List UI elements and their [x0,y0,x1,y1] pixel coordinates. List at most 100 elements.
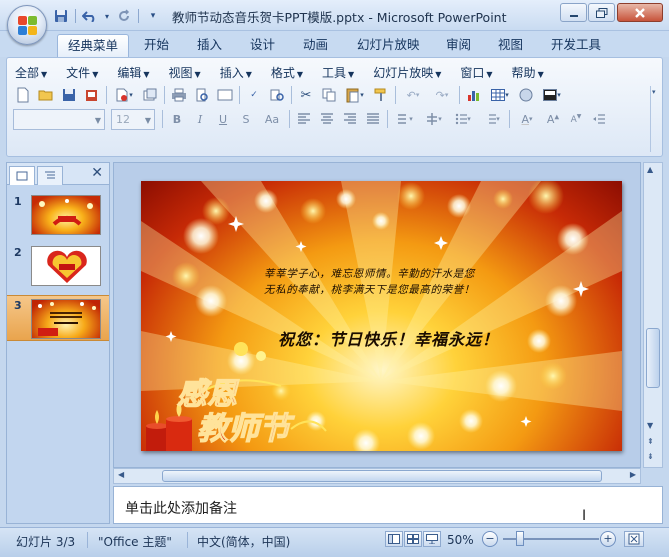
menu-file[interactable]: 文件 ▼ [66,64,98,82]
toolbar-overflow[interactable]: ▾ [650,86,660,152]
align-center-icon[interactable] [317,109,337,129]
office-button[interactable] [7,5,47,45]
fit-to-window-icon[interactable] [624,531,644,547]
menu-help[interactable]: 帮助 ▼ [512,64,544,82]
decrease-indent-icon[interactable] [589,109,609,129]
insert-table-icon[interactable]: ▾ [487,85,513,105]
menu-window[interactable]: 窗口 ▼ [460,64,492,82]
tab-developer[interactable]: 开发工具 [541,34,611,57]
customize-icon[interactable]: ▾ [144,7,162,25]
next-slide-icon[interactable]: ⇟ [647,452,654,461]
font-color-icon[interactable]: A ▾ [514,109,540,129]
tab-animation[interactable]: 动画 [293,34,338,57]
align-right-icon[interactable] [340,109,360,129]
copy-icon[interactable] [319,85,339,105]
font-name-combo[interactable]: ▼ [13,108,105,130]
align-left-icon[interactable] [294,109,314,129]
slide-greeting[interactable]: 祝您：节日快乐！幸福永远！ [278,326,499,350]
justify-icon[interactable] [363,109,383,129]
redo-icon[interactable] [115,7,133,25]
slide-body-line-1[interactable]: 莘莘学子心，难忘恩师情。辛勤的汗水是您 [264,266,475,281]
color-scheme-icon[interactable]: ▾ [539,85,565,105]
tab-slideshow[interactable]: 幻灯片放映 [347,34,430,57]
menu-edit[interactable]: 编辑 ▼ [117,64,149,82]
redo-icon[interactable]: ↷ ▾ [429,85,455,105]
italic-button[interactable]: I [190,109,210,129]
tab-classic-menu[interactable]: 经典菜单 [57,34,130,57]
menu-format[interactable]: 格式 ▼ [271,64,303,82]
bullets-icon[interactable]: ▾ [450,109,476,129]
spelling-icon[interactable]: ✓ [244,85,264,105]
align-text-icon[interactable]: ▾ [421,109,447,129]
scroll-left-icon[interactable]: ◀ [118,470,124,479]
undo-icon[interactable] [81,7,99,25]
vertical-scrollbar[interactable]: ▲ ▼ ⇞ ⇟ [643,162,663,468]
menu-tools[interactable]: 工具 ▼ [322,64,354,82]
scroll-thumb[interactable] [646,328,660,388]
scroll-up-icon[interactable]: ▲ [647,165,653,174]
close-icon[interactable]: ✕ [91,165,103,181]
close-icon[interactable] [617,3,663,22]
tab-insert[interactable]: 插入 [187,34,232,57]
menu-view[interactable]: 视图 ▼ [169,64,201,82]
scroll-down-icon[interactable]: ▼ [647,421,653,430]
theme-name[interactable]: "Office 主题" [98,533,172,550]
undo-dropdown-icon[interactable]: ▾ [103,7,111,25]
menu-all[interactable]: 全部 ▼ [15,64,47,82]
insert-chart-icon[interactable] [464,85,484,105]
new-document-icon[interactable] [13,85,33,105]
cut-icon[interactable]: ✂ [296,85,316,105]
slide-canvas[interactable]: 莘莘学子心，难忘恩师情。辛勤的汗水是您 无私的奉献，桃李满天下是您最高的荣誉！ … [141,181,622,451]
slide-view-icon[interactable] [215,85,235,105]
numbering-icon[interactable]: ▾ [479,109,505,129]
normal-view-icon[interactable] [385,531,403,547]
slide-body-line-2[interactable]: 无私的奉献，桃李满天下是您最高的荣誉！ [264,282,475,297]
open-folder-icon[interactable] [36,85,56,105]
email-icon[interactable]: ▾ [111,85,137,105]
slide-thumbnail-3[interactable]: 3 [7,295,109,341]
slide-thumbnail-1[interactable]: 1 [7,192,109,238]
shrink-font-icon[interactable]: A▼ [566,109,586,129]
grow-font-icon[interactable]: A▲ [543,109,563,129]
scroll-right-icon[interactable]: ▶ [630,470,636,479]
menu-insert[interactable]: 插入 ▼ [220,64,252,82]
zoom-level[interactable]: 50% [447,533,474,547]
tab-home[interactable]: 开始 [134,34,179,57]
slideshow-view-icon[interactable] [423,531,441,547]
slide-sorter-icon[interactable] [404,531,422,547]
change-case-button[interactable]: Aa [259,109,285,129]
text-direction-icon[interactable]: ▾ [392,109,418,129]
tab-design[interactable]: 设计 [240,34,285,57]
slide-title-line-2[interactable]: 教师节 [196,403,290,448]
undo-icon[interactable]: ↶ ▾ [400,85,426,105]
shadow-button[interactable]: S [236,109,256,129]
save-icon[interactable] [59,85,79,105]
publish-icon[interactable] [140,85,160,105]
tab-view[interactable]: 视图 [488,34,533,57]
zoom-slider-thumb[interactable] [516,531,524,546]
slide-thumbnail-2[interactable]: 2 [7,243,109,289]
zoom-out-button[interactable]: − [482,531,498,547]
language-indicator[interactable]: 中文(简体，中国) [197,533,290,550]
slides-tab-icon[interactable] [9,166,35,185]
print-preview-icon[interactable] [192,85,212,105]
bold-button[interactable]: B [167,109,187,129]
paste-icon[interactable]: ▾ [342,85,368,105]
permission-icon[interactable] [82,85,102,105]
print-icon[interactable] [169,85,189,105]
minimize-icon[interactable] [560,3,587,22]
notes-pane[interactable]: 单击此处添加备注 [113,486,663,524]
outline-tab-icon[interactable] [37,166,63,185]
tab-review[interactable]: 审阅 [436,34,481,57]
menu-slideshow[interactable]: 幻灯片放映 ▼ [373,64,441,82]
maximize-icon[interactable] [588,3,615,22]
format-painter-icon[interactable] [371,85,391,105]
save-icon[interactable] [52,7,70,25]
scroll-thumb[interactable] [162,470,602,482]
zoom-in-button[interactable]: + [600,531,616,547]
underline-button[interactable]: U [213,109,233,129]
clip-art-icon[interactable] [516,85,536,105]
research-icon[interactable] [267,85,287,105]
horizontal-scrollbar[interactable]: ◀ ▶ [113,468,641,484]
previous-slide-icon[interactable]: ⇞ [647,437,654,446]
